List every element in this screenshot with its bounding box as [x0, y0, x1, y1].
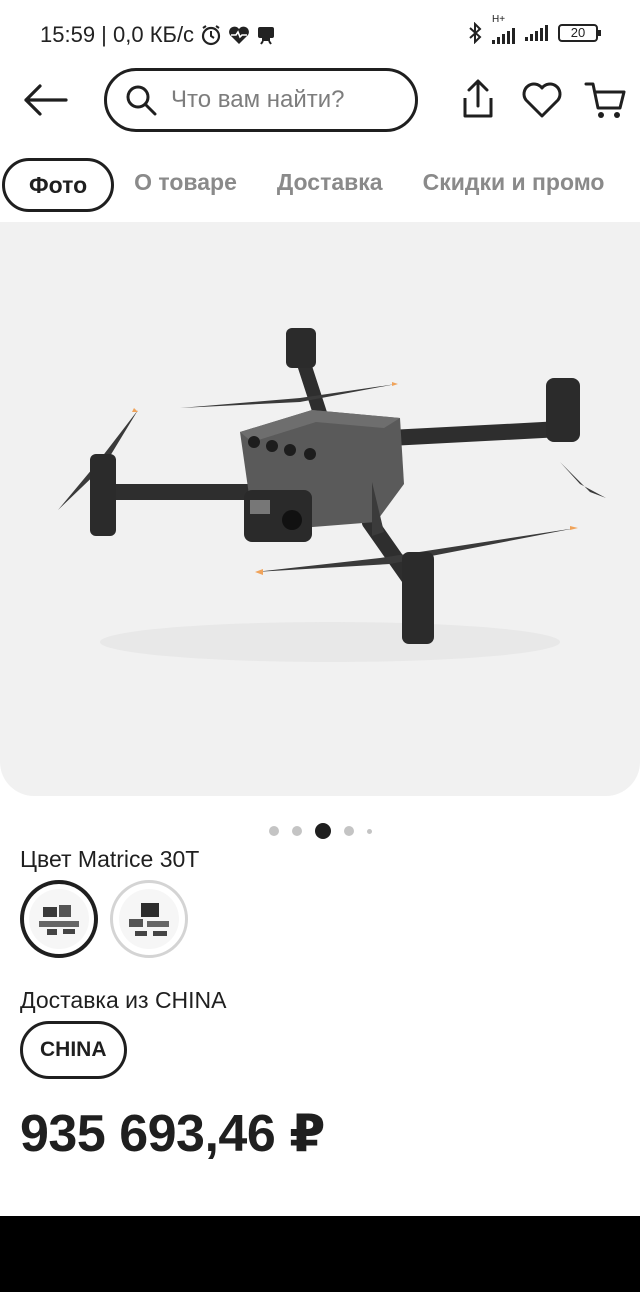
tab-discounts[interactable]: Скидки и промо: [403, 158, 625, 212]
favorite-heart-icon[interactable]: [520, 78, 564, 122]
carousel-dot-active[interactable]: [314, 823, 331, 839]
header: Что вам найти?: [0, 66, 640, 136]
share-icon[interactable]: [456, 78, 500, 122]
bluetooth-icon: [469, 22, 482, 44]
tab-delivery[interactable]: Доставка: [257, 158, 403, 212]
delivery-chip-china[interactable]: CHINA: [20, 1021, 127, 1079]
carousel-dot[interactable]: [291, 826, 302, 836]
tab-about[interactable]: О товаре: [114, 158, 257, 212]
search-input[interactable]: Что вам найти?: [104, 68, 418, 132]
color-option[interactable]: [110, 880, 188, 958]
search-icon: [126, 85, 157, 116]
product-photo[interactable]: [0, 222, 640, 796]
status-bar: 15:59 | 0,0 КБ/с H+ 20: [0, 0, 640, 66]
back-arrow-icon[interactable]: [22, 82, 68, 118]
carousel-dot[interactable]: [268, 826, 279, 836]
carousel-indicator: [0, 821, 640, 841]
status-left: 15:59 | 0,0 КБ/с: [40, 22, 276, 48]
color-thumbnail: [119, 889, 179, 949]
signal-2: [525, 25, 548, 41]
health-icon: [229, 26, 249, 44]
signal-1: H+: [492, 14, 515, 44]
carousel-dot[interactable]: [366, 828, 372, 834]
drone-image: [58, 328, 606, 662]
system-nav-bar: [0, 1216, 640, 1292]
section-tabs: Фото О товаре Доставка Скидки и промо: [0, 158, 640, 212]
cart-icon[interactable]: [584, 78, 628, 122]
alarm-icon: [201, 25, 221, 46]
search-placeholder: Что вам найти?: [171, 86, 345, 113]
device-icon: [258, 27, 275, 45]
battery-icon: 20: [558, 24, 601, 42]
status-right: H+ 20: [468, 14, 601, 44]
color-option-selected[interactable]: [20, 880, 98, 958]
color-thumbnail: [29, 889, 89, 949]
color-label: Цвет Matrice 30T: [20, 846, 200, 872]
tab-photo[interactable]: Фото: [2, 158, 115, 212]
status-time: 15:59 | 0,0 КБ/с: [40, 22, 195, 47]
network-type-label: H+: [492, 14, 506, 25]
product-price: 935 693,46 ₽: [20, 1105, 325, 1163]
carousel-dot[interactable]: [343, 826, 354, 836]
delivery-label: Доставка из CHINA: [20, 987, 227, 1013]
